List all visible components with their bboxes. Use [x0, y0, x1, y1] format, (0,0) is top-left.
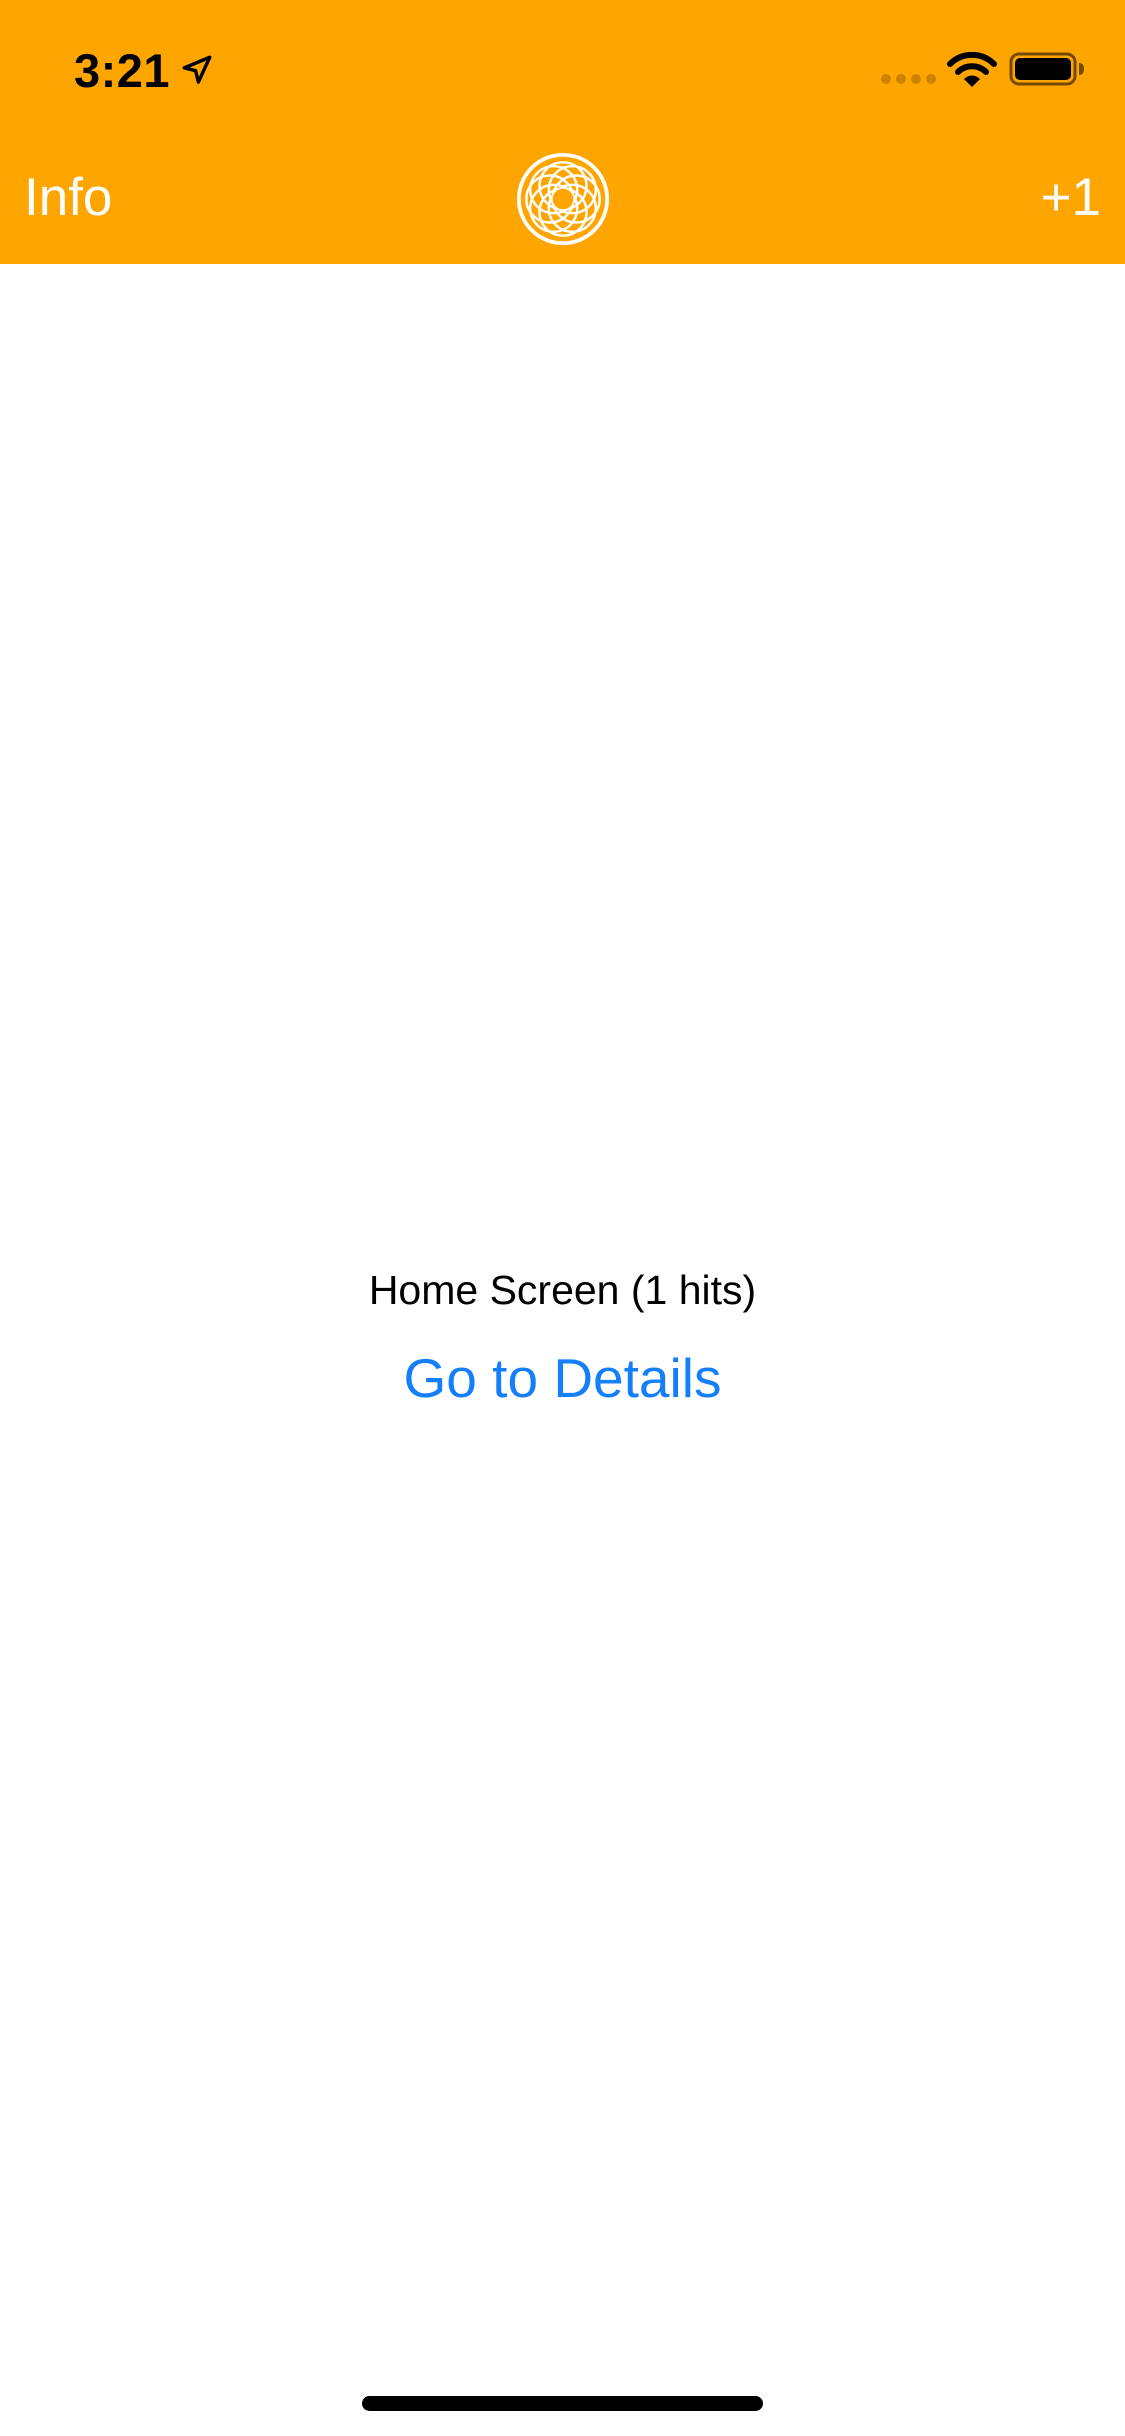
increment-button[interactable]: +1: [1041, 160, 1101, 236]
home-screen-label: Home Screen (1 hits): [368, 1267, 757, 1313]
rosette-logo-icon: [516, 152, 610, 246]
location-arrow-icon: [182, 55, 212, 84]
home-indicator[interactable]: [362, 2396, 763, 2411]
cellular-signal-icon: [881, 74, 936, 84]
main-content: Home Screen (1 hits) Go to Details: [0, 1260, 1125, 1416]
go-to-details-button[interactable]: Go to Details: [404, 1340, 722, 1416]
wifi-icon: [947, 51, 997, 87]
navigation-header: 3:21 Info +1: [0, 0, 1125, 264]
battery-icon: [1009, 52, 1084, 86]
status-bar-time: 3:21: [74, 40, 214, 100]
time-label: 3:21: [74, 43, 171, 97]
info-button[interactable]: Info: [24, 160, 112, 236]
